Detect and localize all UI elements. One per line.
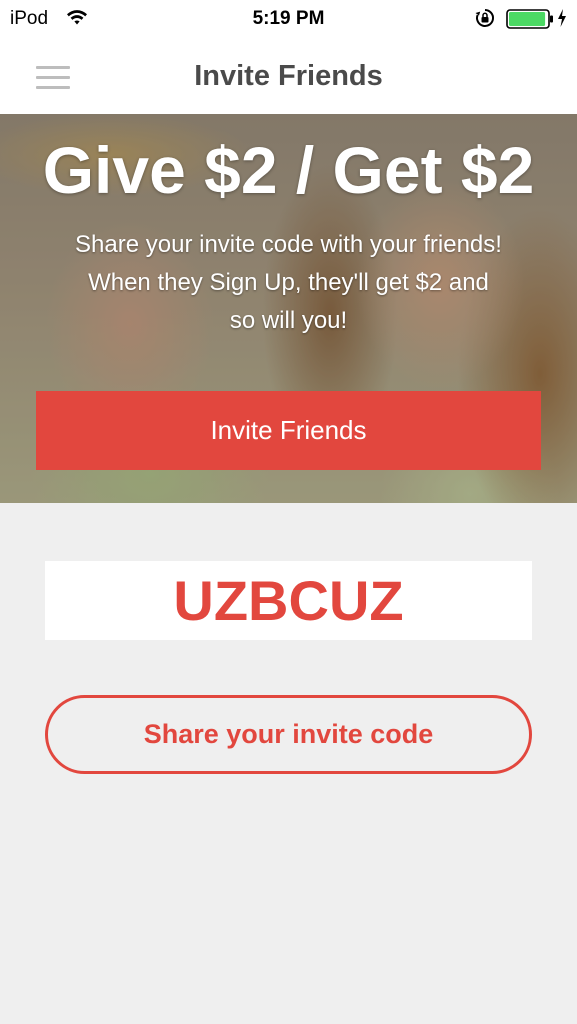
rotation-lock-icon [475,9,494,27]
status-bar: iPod 5:19 PM [0,0,577,40]
page-title: Invite Friends [194,60,383,92]
charging-bolt-icon [558,9,566,27]
invite-code-box: UZBCUZ [45,561,532,640]
hero-description-line: so will you! [229,307,348,334]
hero-banner: Give $2 / Get $2 Share your invite code … [0,114,577,503]
invite-friends-screen: iPod 5:19 PM Invite Friends Give $2 / Ge… [0,0,577,1024]
hero-description: Share your invite code with your friends… [40,226,537,340]
nav-bar: Invite Friends [0,40,577,114]
invite-code: UZBCUZ [173,569,404,632]
hero-headline: Give $2 / Get $2 [42,133,535,207]
battery-icon [506,9,553,29]
hero-description-line: Share your invite code with your friends… [75,231,502,258]
hero-description-line: When they Sign Up, they'll get $2 and [88,269,489,296]
invite-friends-button[interactable]: Invite Friends [36,391,541,470]
share-invite-code-button[interactable]: Share your invite code [45,695,532,774]
